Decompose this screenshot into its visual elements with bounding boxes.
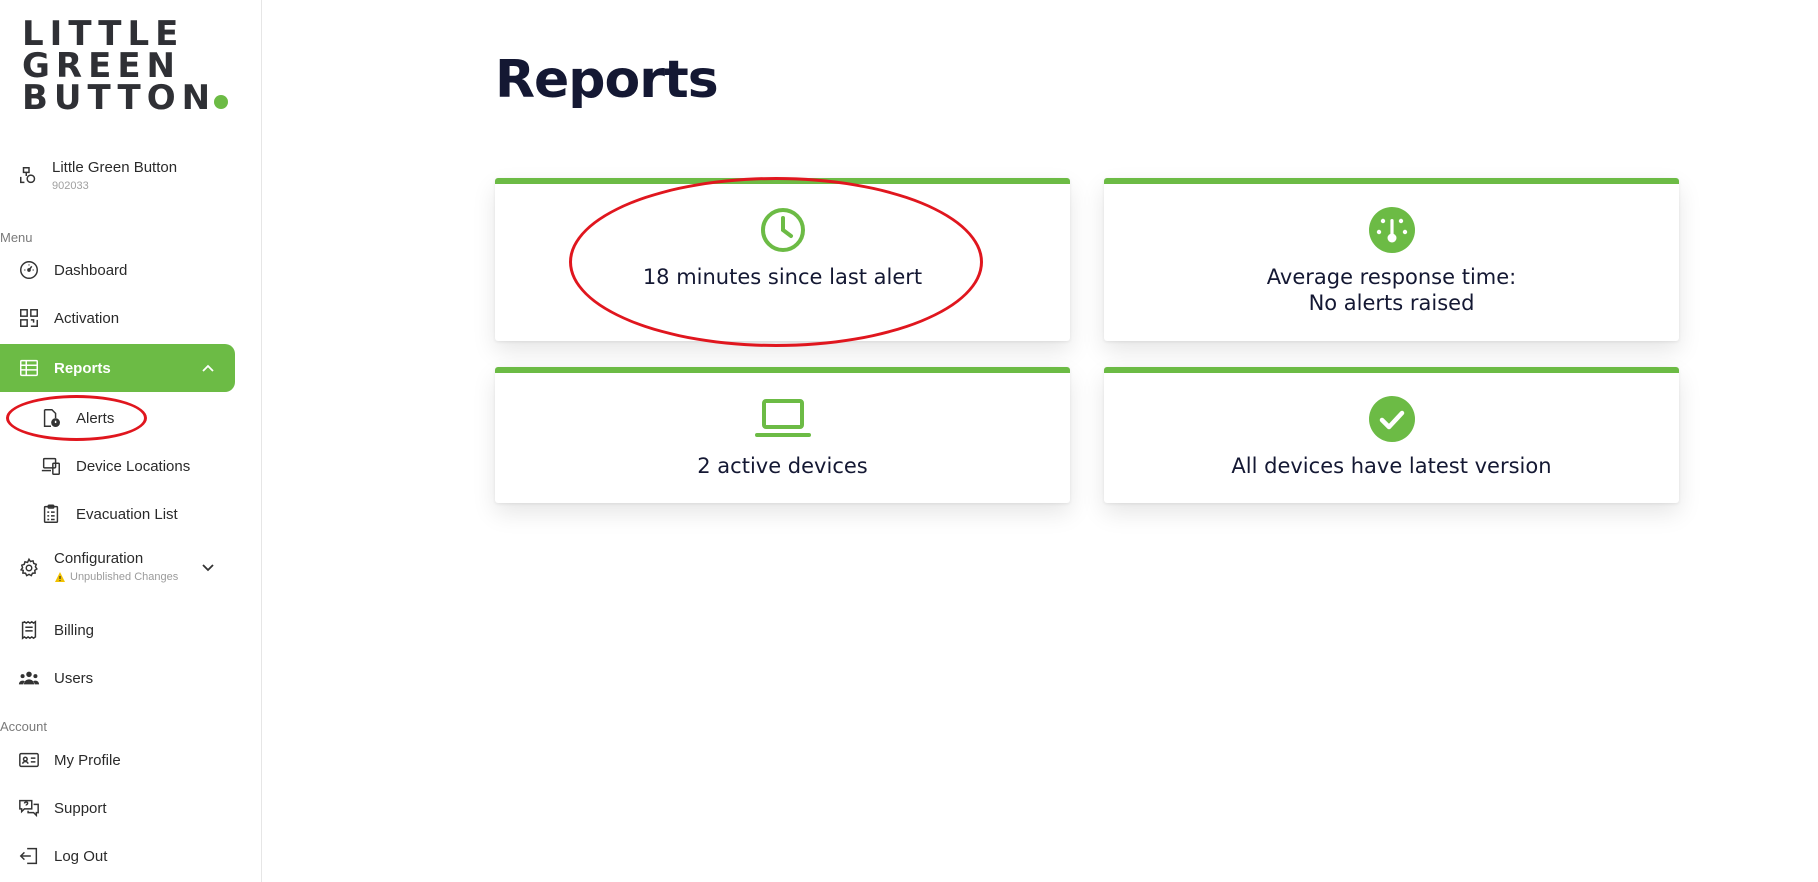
sidebar-item-label: Alerts xyxy=(76,409,115,427)
sidebar-item-label: Device Locations xyxy=(76,457,191,475)
sidebar-item-reports[interactable]: Reports xyxy=(0,344,235,392)
dashboard-gauge-icon xyxy=(20,261,38,279)
page-title: Reports xyxy=(495,50,719,110)
sidebar-item-log-out[interactable]: Log Out xyxy=(0,832,235,880)
sidebar-item-label: Dashboard xyxy=(54,261,128,279)
latest-version-card: All devices have latest version xyxy=(1104,367,1679,503)
sidebar-item-label: Configuration xyxy=(54,550,144,567)
account-section-label: Account xyxy=(0,719,47,734)
app-root: LITTLE GREEN BUTTON Little Green Button … xyxy=(0,0,1818,882)
org-switch-icon xyxy=(20,167,36,184)
sidebar-item-billing[interactable]: Billing xyxy=(0,606,235,654)
table-icon xyxy=(20,359,38,377)
sidebar-subitem-alerts[interactable]: Alerts xyxy=(22,396,232,440)
logo-dot xyxy=(214,95,229,109)
active-devices-card: 2 active devices xyxy=(495,367,1070,503)
org-switcher[interactable]: Little Green Button 902033 xyxy=(18,158,238,194)
main-content: Reports 18 minutes since last alert Aver… xyxy=(263,0,1818,882)
sidebar-subitem-device-locations[interactable]: Device Locations xyxy=(22,444,232,488)
configuration-status-text: Unpublished Changes xyxy=(70,571,179,583)
qr-code-icon xyxy=(20,309,38,327)
sidebar-item-label: Reports xyxy=(54,359,111,377)
avg-response-title: Average response time: xyxy=(1266,265,1517,289)
brand-logo[interactable]: LITTLE GREEN BUTTON xyxy=(22,17,229,115)
sidebar-item-support[interactable]: Support xyxy=(0,784,235,832)
sidebar-item-my-profile[interactable]: My Profile xyxy=(0,736,235,784)
sidebar-item-label: Activation xyxy=(54,309,120,327)
last-alert-card: 18 minutes since last alert xyxy=(495,178,1070,341)
org-name: Little Green Button xyxy=(52,159,178,176)
id-card-icon xyxy=(19,752,39,768)
sidebar-item-dashboard[interactable]: Dashboard xyxy=(0,246,235,294)
latest-version-text: All devices have latest version xyxy=(1231,454,1552,478)
receipt-icon xyxy=(21,620,37,640)
last-alert-text: 18 minutes since last alert xyxy=(642,265,923,289)
chevron-down-icon[interactable] xyxy=(201,561,215,575)
users-icon xyxy=(18,671,40,685)
sidebar-item-label: Support xyxy=(54,799,107,817)
sidebar-item-configuration[interactable]: Configuration Unpublished Changes xyxy=(0,542,235,594)
sidebar-item-label: Evacuation List xyxy=(76,505,178,523)
devices-icon xyxy=(41,457,60,475)
clipboard-list-icon xyxy=(43,504,59,523)
warning-icon xyxy=(55,572,65,582)
sidebar-item-users[interactable]: Users xyxy=(0,654,235,702)
avg-response-card: Average response time: No alerts raised xyxy=(1104,178,1679,341)
alert-document-icon xyxy=(43,409,60,427)
check-circle-icon xyxy=(1368,396,1415,442)
unpublished-changes-status: Unpublished Changes xyxy=(54,568,178,586)
log-out-icon xyxy=(19,847,38,865)
sidebar-subitem-evacuation-list[interactable]: Evacuation List xyxy=(22,492,232,536)
gauge-icon xyxy=(1368,207,1415,253)
gear-icon xyxy=(19,557,38,577)
sidebar-item-label: Users xyxy=(54,669,94,687)
chat-question-icon xyxy=(19,799,39,818)
laptop-icon xyxy=(754,399,811,437)
sidebar-item-activation[interactable]: Activation xyxy=(0,294,235,342)
sidebar-item-label: My Profile xyxy=(54,751,121,769)
clock-icon xyxy=(760,208,805,252)
sidebar-item-label: Billing xyxy=(54,621,95,639)
sidebar-item-label: Log Out xyxy=(54,847,108,865)
avg-response-value: No alerts raised xyxy=(1308,291,1475,315)
org-id: 902033 xyxy=(52,180,89,192)
active-devices-text: 2 active devices xyxy=(697,454,868,478)
chevron-up-icon[interactable] xyxy=(201,361,215,375)
sidebar: LITTLE GREEN BUTTON Little Green Button … xyxy=(0,0,262,882)
logo-line-3: BUTTON xyxy=(22,78,217,118)
menu-section-label: Menu xyxy=(0,230,33,245)
